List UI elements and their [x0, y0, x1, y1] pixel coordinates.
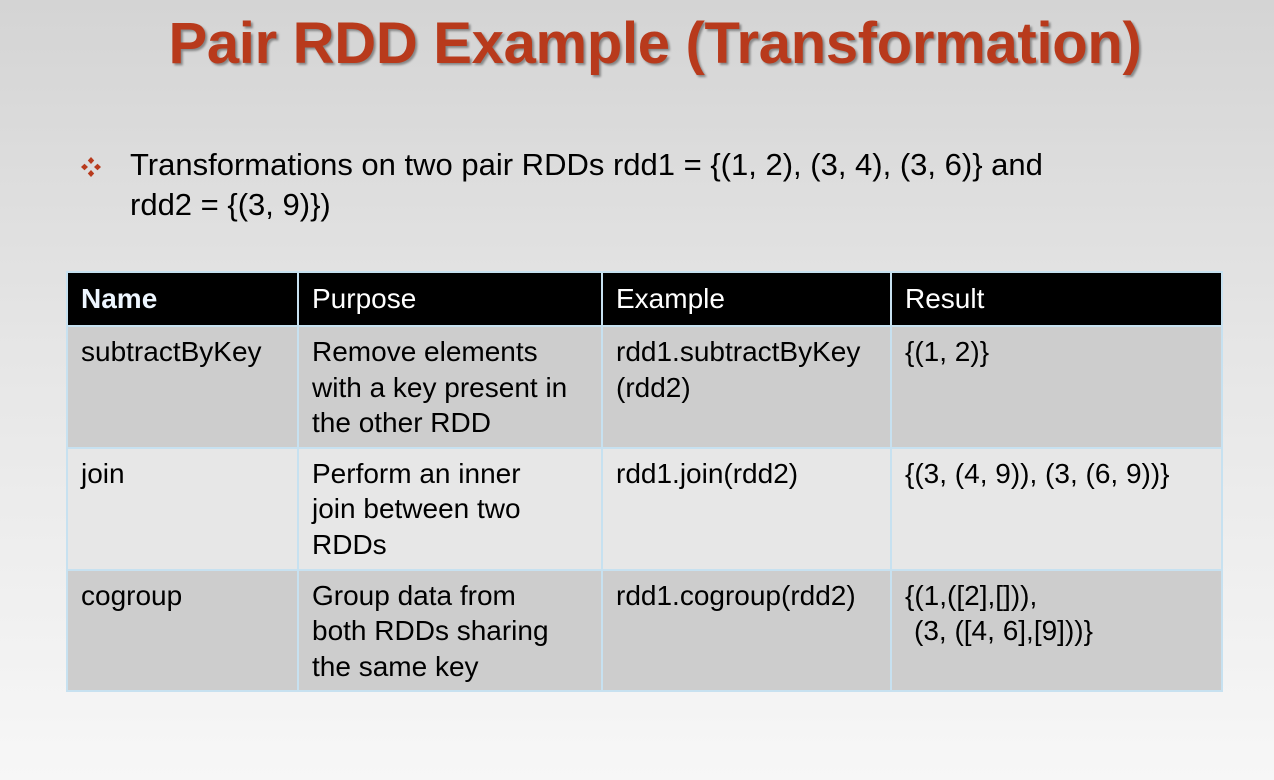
- cell-example: rdd1.cogroup(rdd2): [601, 568, 892, 692]
- cell-purpose: Remove elements with a key present in th…: [297, 325, 603, 449]
- bullet-text-line: rdd2 = {(3, 9)}): [130, 187, 331, 222]
- cell-text: {(3, (4, 9)), (3, (6, 9))}: [905, 457, 1170, 489]
- cell-text: {(1, 2)}: [905, 336, 990, 367]
- cell-text: {(1,([2],[])),: [905, 579, 1038, 611]
- cell-text: RDDs: [312, 528, 387, 560]
- cell-text: join between two: [312, 493, 521, 524]
- transformations-table: Name Purpose Example Result subtractByKe…: [66, 271, 1223, 692]
- diamond-bullet-icon: [80, 145, 130, 178]
- cell-text: the same key: [312, 650, 479, 682]
- cell-text: Remove elements: [312, 336, 538, 367]
- bullet-text: Transformations on two pair RDDs rdd1 = …: [130, 145, 1043, 225]
- cell-text: both RDDs sharing: [312, 615, 549, 646]
- cell-text: Perform an inner: [312, 457, 521, 489]
- cell-name: cogroup: [66, 568, 299, 692]
- cell-name: join: [66, 446, 299, 571]
- cell-text: rdd1.cogroup(rdd2): [616, 579, 856, 611]
- cell-result: {(1, 2)}: [890, 325, 1223, 449]
- cell-text: Group data from: [312, 579, 516, 611]
- cell-result: {(1,([2],[])), (3, ([4, 6],[9]))}: [890, 568, 1223, 692]
- cell-example: rdd1.subtractByKey (rdd2): [601, 325, 892, 449]
- table-row: cogroup Group data from both RDDs sharin…: [66, 568, 1223, 692]
- slide-title: Pair RDD Example (Transformation): [168, 11, 1142, 76]
- cell-purpose: Group data from both RDDs sharing the sa…: [297, 568, 603, 692]
- header-example: Example: [601, 271, 892, 327]
- cell-name: subtractByKey: [66, 325, 299, 449]
- cell-text: rdd1.subtractByKey: [616, 336, 861, 367]
- header-result: Result: [890, 271, 1223, 327]
- table-row: subtractByKey Remove elements with a key…: [66, 325, 1223, 449]
- cell-purpose: Perform an inner join between two RDDs: [297, 446, 603, 571]
- cell-text: (rdd2): [616, 371, 691, 403]
- header-purpose: Purpose: [297, 271, 603, 327]
- cell-text: rdd1.join(rdd2): [616, 457, 799, 489]
- cell-text: join: [81, 457, 125, 489]
- cell-text: cogroup: [81, 579, 183, 611]
- cell-text: the other RDD: [312, 407, 491, 438]
- table-row: join Perform an inner join between two R…: [66, 446, 1223, 571]
- cell-example: rdd1.join(rdd2): [601, 446, 892, 571]
- cell-text: subtractByKey: [81, 336, 262, 367]
- header-name: Name: [66, 271, 299, 327]
- cell-text: (3, ([4, 6],[9]))}: [914, 615, 1093, 646]
- bullet-point: Transformations on two pair RDDs rdd1 = …: [80, 145, 1200, 225]
- bullet-text-line: Transformations on two pair RDDs rdd1 = …: [130, 147, 1043, 182]
- table-header-row: Name Purpose Example Result: [66, 271, 1223, 327]
- cell-result: {(3, (4, 9)), (3, (6, 9))}: [890, 446, 1223, 571]
- cell-text: with a key present in: [312, 371, 568, 403]
